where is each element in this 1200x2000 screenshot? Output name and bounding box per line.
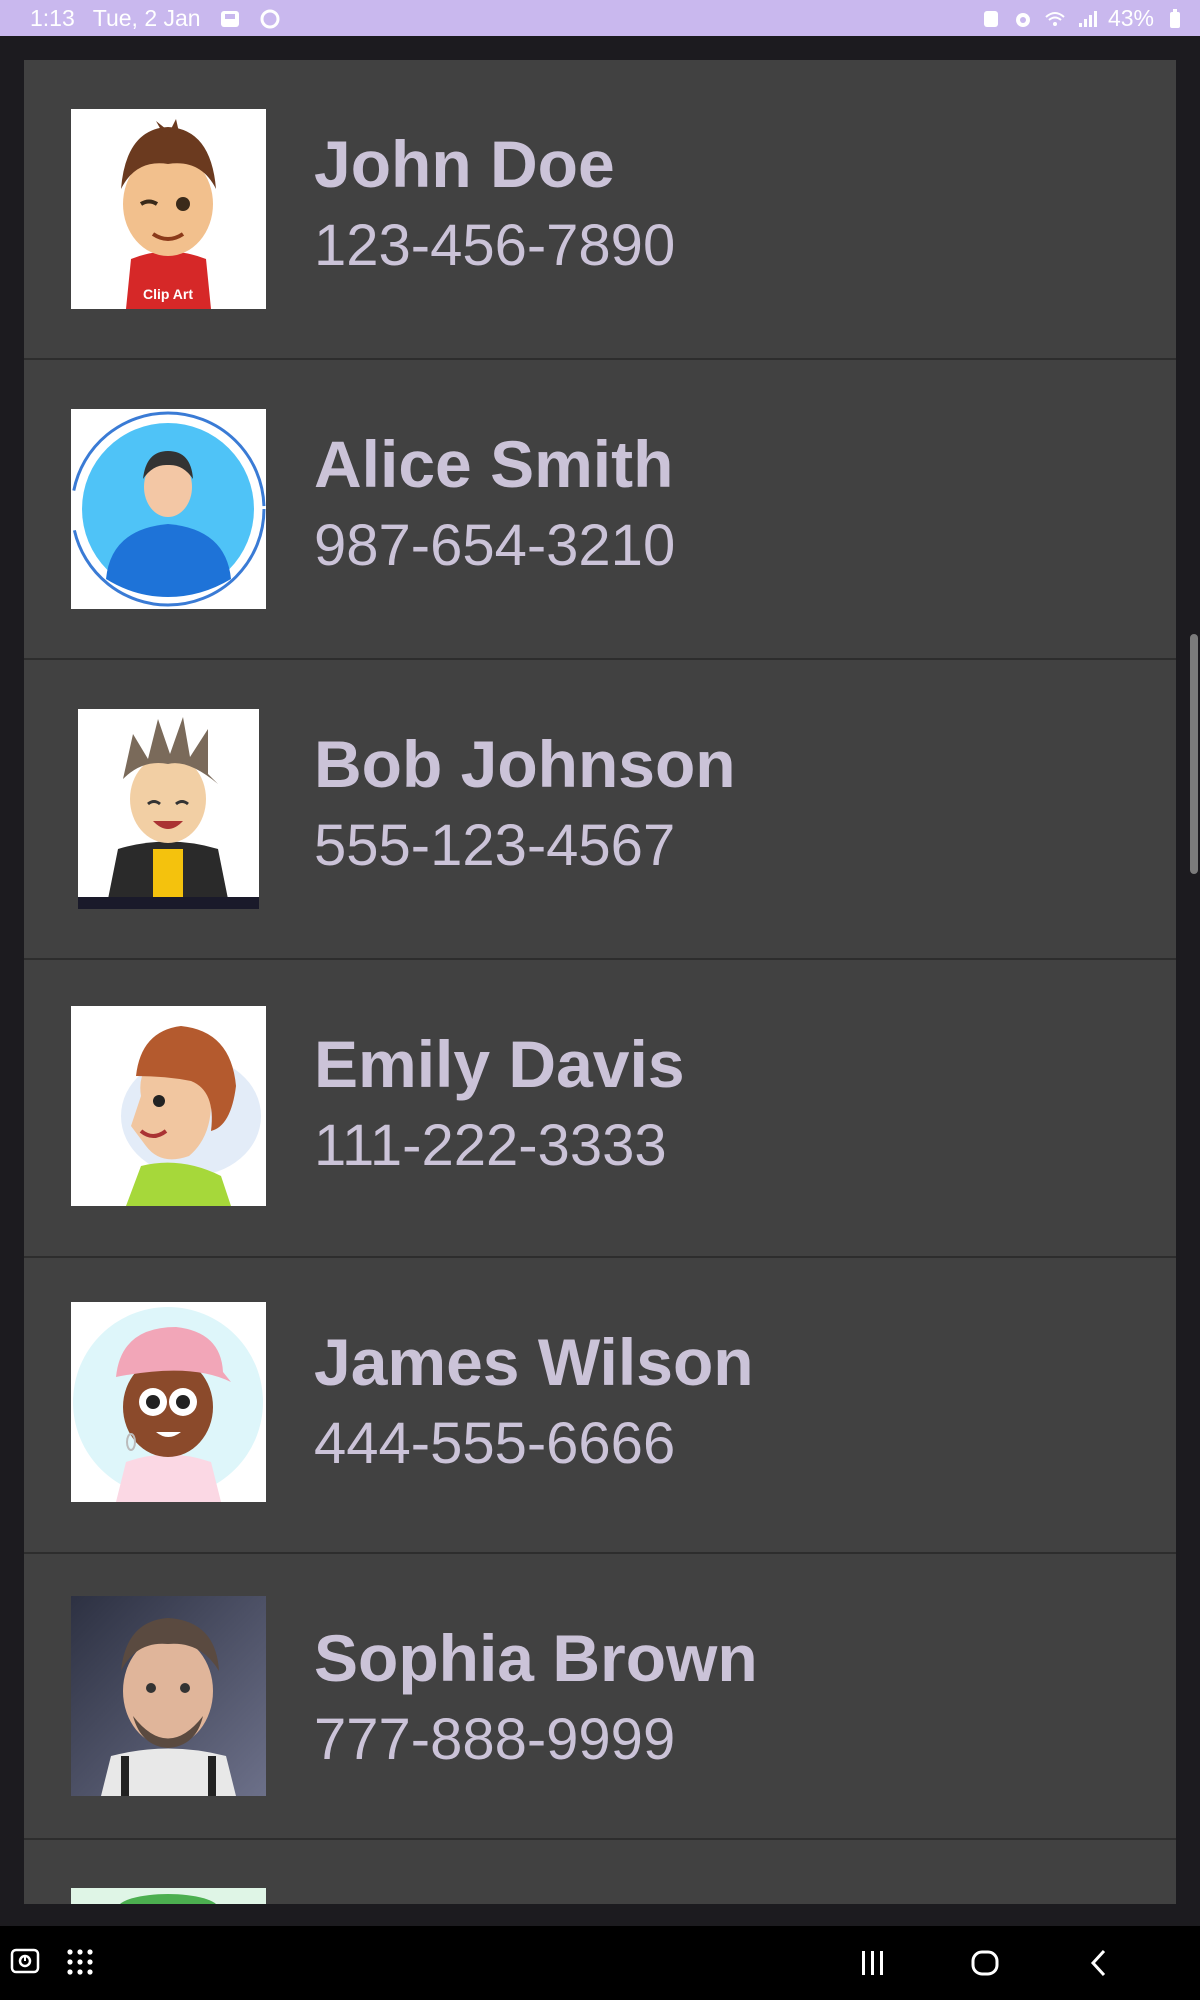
contact-avatar: Clip Art <box>71 109 266 309</box>
contact-item[interactable]: James Wilson 444-555-6666 <box>24 1258 1176 1556</box>
contact-name: James Wilson <box>314 1325 754 1399</box>
cartoon-profile-avatar-icon <box>71 1006 266 1206</box>
contact-list[interactable]: Clip Art John Doe 123-456-7890 Alice Smi… <box>24 60 1176 1904</box>
contact-avatar <box>71 1302 266 1502</box>
cartoon-boy-avatar-icon <box>78 709 259 909</box>
contact-avatar-partial <box>71 1888 266 1904</box>
cartoon-girl-avatar-icon <box>71 1302 266 1502</box>
contact-phone: 111-222-3333 <box>314 1113 667 1178</box>
signal-icon <box>1078 10 1097 27</box>
battery-percent: 43% <box>1107 5 1154 31</box>
contact-name: Bob Johnson <box>314 727 736 801</box>
contact-avatar <box>71 409 266 609</box>
contact-phone: 444-555-6666 <box>314 1411 676 1476</box>
contact-item[interactable]: Bob Johnson 555-123-4567 <box>24 660 1176 958</box>
status-time: 1:13 <box>30 5 75 31</box>
partial-avatar-icon <box>71 1888 266 1904</box>
contact-avatar <box>78 709 259 909</box>
contact-name: Alice Smith <box>314 427 674 501</box>
clip-art-label: Clip Art <box>143 286 193 302</box>
divider <box>24 1838 1176 1840</box>
circle-notification-icon <box>260 9 280 28</box>
battery-icon <box>1170 8 1180 28</box>
contact-phone: 123-456-7890 <box>314 213 676 278</box>
contact-name: Sophia Brown <box>314 1621 758 1695</box>
status-bar: 1:13 Tue, 2 Jan 43% <box>0 0 1200 36</box>
status-date: Tue, 2 Jan <box>92 5 201 31</box>
home-icon[interactable] <box>970 1948 1000 1978</box>
man-circle-avatar-icon <box>71 409 266 609</box>
wifi-icon <box>1045 11 1065 26</box>
contact-avatar <box>71 1596 266 1796</box>
3d-man-avatar-icon <box>71 1596 266 1796</box>
contact-item[interactable]: Alice Smith 987-654-3210 <box>24 360 1176 658</box>
contact-avatar <box>71 1006 266 1206</box>
alarm-icon <box>1015 12 1030 27</box>
gallery-notification-icon <box>220 10 239 27</box>
contact-item[interactable]: Clip Art John Doe 123-456-7890 <box>24 60 1176 358</box>
navigation-bar <box>0 1926 1200 2000</box>
contact-name: Emily Davis <box>314 1027 685 1101</box>
contact-phone: 777-888-9999 <box>314 1707 676 1772</box>
contact-name: John Doe <box>314 127 615 201</box>
clipart-boy-avatar-icon: Clip Art <box>71 109 266 309</box>
contact-item[interactable]: Emily Davis 111-222-3333 <box>24 960 1176 1258</box>
screen-recorder-icon[interactable] <box>10 1948 42 1978</box>
contact-item[interactable]: Sophia Brown 777-888-9999 <box>24 1554 1176 1852</box>
contact-phone: 555-123-4567 <box>314 813 676 878</box>
recent-apps-icon[interactable] <box>860 1948 886 1978</box>
nfc-icon <box>983 10 998 27</box>
contact-phone: 987-654-3210 <box>314 513 676 578</box>
scrollbar-thumb[interactable] <box>1190 634 1198 874</box>
apps-grid-icon[interactable] <box>66 1948 94 1976</box>
back-icon[interactable] <box>1088 1948 1108 1978</box>
